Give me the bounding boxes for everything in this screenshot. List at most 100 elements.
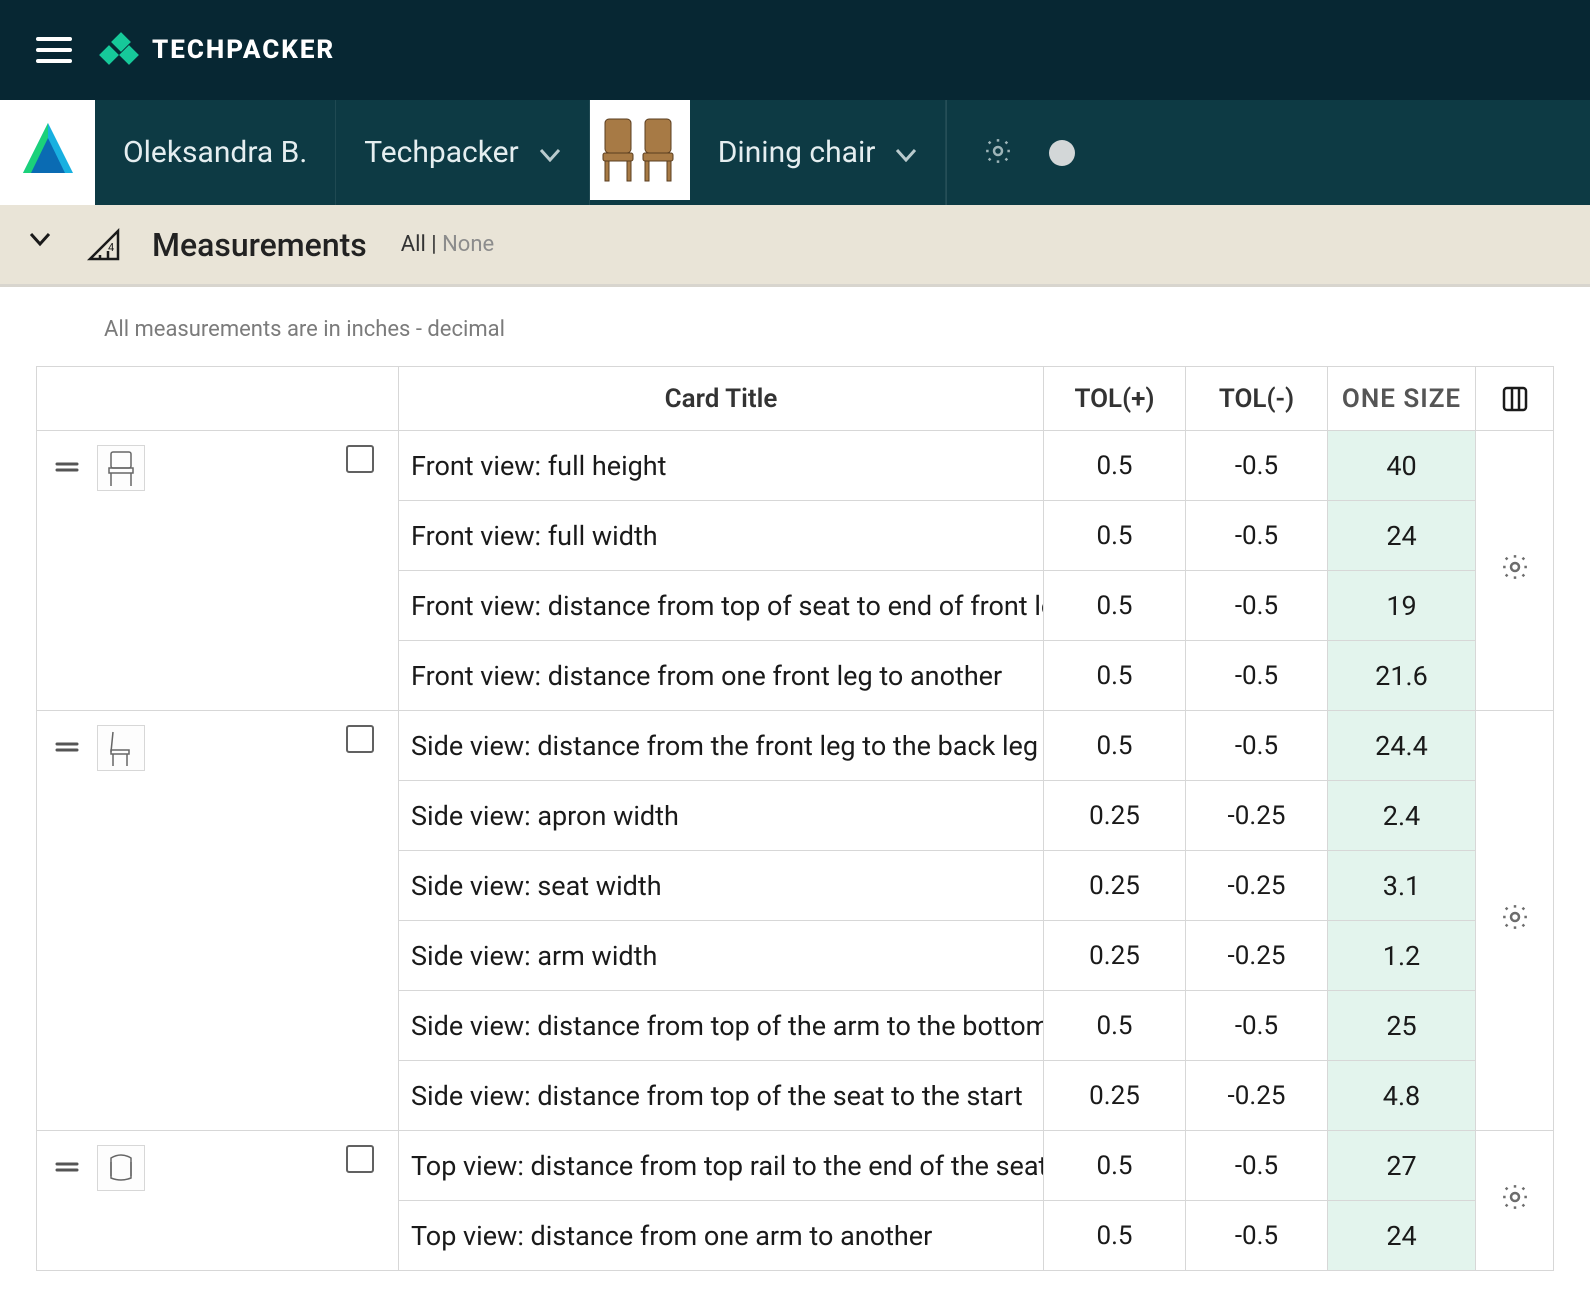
cell-card-title[interactable]: Front view: distance from top of seat to… xyxy=(399,571,1044,641)
col-one-size[interactable]: ONE SIZE xyxy=(1328,367,1476,431)
workspace-avatar[interactable] xyxy=(0,100,95,205)
cell-one-size[interactable]: 24.4 xyxy=(1328,711,1476,781)
cell-card-title[interactable]: Top view: distance from one arm to anoth… xyxy=(399,1201,1044,1271)
group-checkbox[interactable] xyxy=(346,445,374,473)
cell-one-size[interactable]: 1.2 xyxy=(1328,921,1476,991)
breadcrumb-user[interactable]: Oleksandra B. xyxy=(95,100,336,205)
hamburger-menu-icon[interactable] xyxy=(36,36,72,64)
brand[interactable]: TECHPACKER xyxy=(100,32,335,68)
cell-tol-minus[interactable]: -0.5 xyxy=(1186,501,1328,571)
col-tol-minus[interactable]: TOL(-) xyxy=(1186,367,1328,431)
cell-tol-minus[interactable]: -0.25 xyxy=(1186,1061,1328,1131)
cell-card-title[interactable]: Side view: seat width xyxy=(399,851,1044,921)
collapse-toggle[interactable] xyxy=(28,231,56,259)
cell-card-title[interactable]: Side view: distance from top of the arm … xyxy=(399,991,1044,1061)
col-handle xyxy=(37,367,399,431)
cell-tol-minus[interactable]: -0.5 xyxy=(1186,1131,1328,1201)
cell-tol-plus[interactable]: 0.25 xyxy=(1044,851,1186,921)
cell-tol-plus[interactable]: 0.5 xyxy=(1044,431,1186,501)
row-settings-button[interactable] xyxy=(1476,1131,1554,1271)
gear-icon xyxy=(1500,559,1530,589)
col-card-title[interactable]: Card Title xyxy=(399,367,1044,431)
cell-one-size[interactable]: 27 xyxy=(1328,1131,1476,1201)
units-note: All measurements are in inches - decimal xyxy=(0,287,1590,366)
col-tol-plus[interactable]: TOL(+) xyxy=(1044,367,1186,431)
table-row: Top view: distance from top rail to the … xyxy=(37,1131,1554,1201)
filter-sep: | xyxy=(426,232,442,257)
measurements-table-wrap: Card Title TOL(+) TOL(-) ONE SIZE Front … xyxy=(0,366,1590,1311)
cell-tol-minus[interactable]: -0.5 xyxy=(1186,641,1328,711)
chevron-down-icon xyxy=(539,135,561,170)
row-settings-button[interactable] xyxy=(1476,711,1554,1131)
dining-chair-icon xyxy=(597,115,683,185)
drag-handle-icon[interactable] xyxy=(55,445,79,481)
project-thumbnail[interactable] xyxy=(590,100,690,200)
cell-tol-minus[interactable]: -0.5 xyxy=(1186,1201,1328,1271)
filter-none-link[interactable]: None xyxy=(442,232,494,257)
cell-tol-plus[interactable]: 0.5 xyxy=(1044,991,1186,1061)
col-columns-config[interactable] xyxy=(1476,367,1554,431)
breadcrumb-org[interactable]: Techpacker xyxy=(336,100,589,205)
breadcrumb-project[interactable]: Dining chair xyxy=(690,100,947,205)
group-checkbox[interactable] xyxy=(346,725,374,753)
cell-card-title[interactable]: Front view: full height xyxy=(399,431,1044,501)
cell-tol-minus[interactable]: -0.25 xyxy=(1186,781,1328,851)
cell-tol-minus[interactable]: -0.5 xyxy=(1186,711,1328,781)
measurements-table: Card Title TOL(+) TOL(-) ONE SIZE Front … xyxy=(36,366,1554,1271)
gear-icon[interactable] xyxy=(983,136,1013,170)
cell-card-title[interactable]: Side view: distance from the front leg t… xyxy=(399,711,1044,781)
cell-tol-minus[interactable]: -0.5 xyxy=(1186,431,1328,501)
cell-one-size[interactable]: 21.6 xyxy=(1328,641,1476,711)
cell-tol-minus[interactable]: -0.25 xyxy=(1186,921,1328,991)
cell-tol-plus[interactable]: 0.5 xyxy=(1044,1201,1186,1271)
cell-card-title[interactable]: Side view: distance from top of the seat… xyxy=(399,1061,1044,1131)
cell-tol-plus[interactable]: 0.5 xyxy=(1044,501,1186,571)
cell-tol-minus[interactable]: -0.5 xyxy=(1186,571,1328,641)
group-thumbnail[interactable] xyxy=(97,445,145,491)
cell-tol-minus[interactable]: -0.25 xyxy=(1186,851,1328,921)
cell-tol-plus[interactable]: 0.5 xyxy=(1044,1131,1186,1201)
cell-card-title[interactable]: Top view: distance from top rail to the … xyxy=(399,1131,1044,1201)
topbar: TECHPACKER xyxy=(0,0,1590,100)
breadcrumb-org-label: Techpacker xyxy=(364,135,518,170)
columns-icon xyxy=(1500,384,1530,414)
cell-one-size[interactable]: 4.8 xyxy=(1328,1061,1476,1131)
group-checkbox[interactable] xyxy=(346,1145,374,1173)
table-row: Side view: distance from the front leg t… xyxy=(37,711,1554,781)
brand-logo-icon xyxy=(100,32,136,68)
cell-tol-plus[interactable]: 0.25 xyxy=(1044,921,1186,991)
group-thumbnail[interactable] xyxy=(97,725,145,771)
cell-tol-plus[interactable]: 0.25 xyxy=(1044,1061,1186,1131)
gear-icon xyxy=(1500,1189,1530,1219)
toolbar-right xyxy=(946,100,1111,205)
status-dot-icon[interactable] xyxy=(1049,140,1075,166)
cell-tol-plus[interactable]: 0.25 xyxy=(1044,781,1186,851)
drag-handle-icon[interactable] xyxy=(55,725,79,761)
cell-card-title[interactable]: Side view: arm width xyxy=(399,921,1044,991)
cell-one-size[interactable]: 24 xyxy=(1328,1201,1476,1271)
cell-tol-plus[interactable]: 0.5 xyxy=(1044,641,1186,711)
cell-tol-minus[interactable]: -0.5 xyxy=(1186,991,1328,1061)
cell-tol-plus[interactable]: 0.5 xyxy=(1044,711,1186,781)
cell-one-size[interactable]: 19 xyxy=(1328,571,1476,641)
filter-all-link[interactable]: All xyxy=(401,232,426,257)
cell-card-title[interactable]: Front view: full width xyxy=(399,501,1044,571)
cell-tol-plus[interactable]: 0.5 xyxy=(1044,571,1186,641)
group-thumbnail[interactable] xyxy=(97,1145,145,1191)
cell-one-size[interactable]: 24 xyxy=(1328,501,1476,571)
breadcrumb-bar: Oleksandra B. Techpacker Dining chair xyxy=(0,100,1590,205)
cell-one-size[interactable]: 25 xyxy=(1328,991,1476,1061)
cell-one-size[interactable]: 2.4 xyxy=(1328,781,1476,851)
row-settings-button[interactable] xyxy=(1476,431,1554,711)
drag-handle-icon[interactable] xyxy=(55,1145,79,1181)
measurements-icon: 4 xyxy=(84,225,124,265)
group-handle-cell xyxy=(37,1131,399,1271)
cell-one-size[interactable]: 40 xyxy=(1328,431,1476,501)
breadcrumb-project-label: Dining chair xyxy=(718,135,876,170)
group-handle-cell xyxy=(37,431,399,711)
cell-card-title[interactable]: Side view: apron width xyxy=(399,781,1044,851)
svg-text:4: 4 xyxy=(108,241,114,254)
cell-card-title[interactable]: Front view: distance from one front leg … xyxy=(399,641,1044,711)
group-handle-cell xyxy=(37,711,399,1131)
cell-one-size[interactable]: 3.1 xyxy=(1328,851,1476,921)
